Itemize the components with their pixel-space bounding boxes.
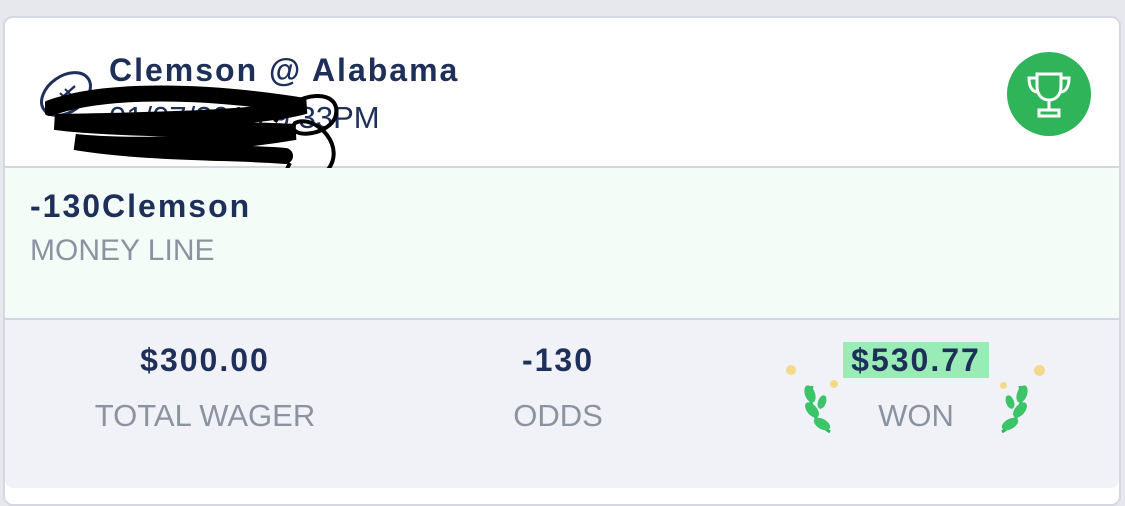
odds-value: -130 — [521, 342, 595, 378]
bet-type: MONEY LINE — [30, 234, 215, 267]
stat-won: $530.77 WON — [736, 340, 1096, 434]
wager-label: TOTAL WAGER — [94, 398, 316, 433]
pick-team: Clemson — [102, 188, 252, 224]
pick-odds: -130 — [30, 188, 103, 224]
wager-value: $300.00 — [140, 342, 270, 378]
odds-label: ODDS — [513, 398, 603, 433]
stat-odds: -130 ODDS — [378, 340, 738, 434]
won-value: $530.77 — [843, 342, 989, 378]
bet-header: Clemson @ Alabama 01/07/2019 9:33PM — [5, 18, 1119, 188]
trophy-badge — [1007, 52, 1091, 136]
stat-total-wager: $300.00 TOTAL WAGER — [25, 340, 385, 434]
pick-line: -130Clemson — [30, 188, 251, 225]
won-label: WON — [878, 398, 954, 433]
trophy-icon — [1027, 72, 1071, 118]
